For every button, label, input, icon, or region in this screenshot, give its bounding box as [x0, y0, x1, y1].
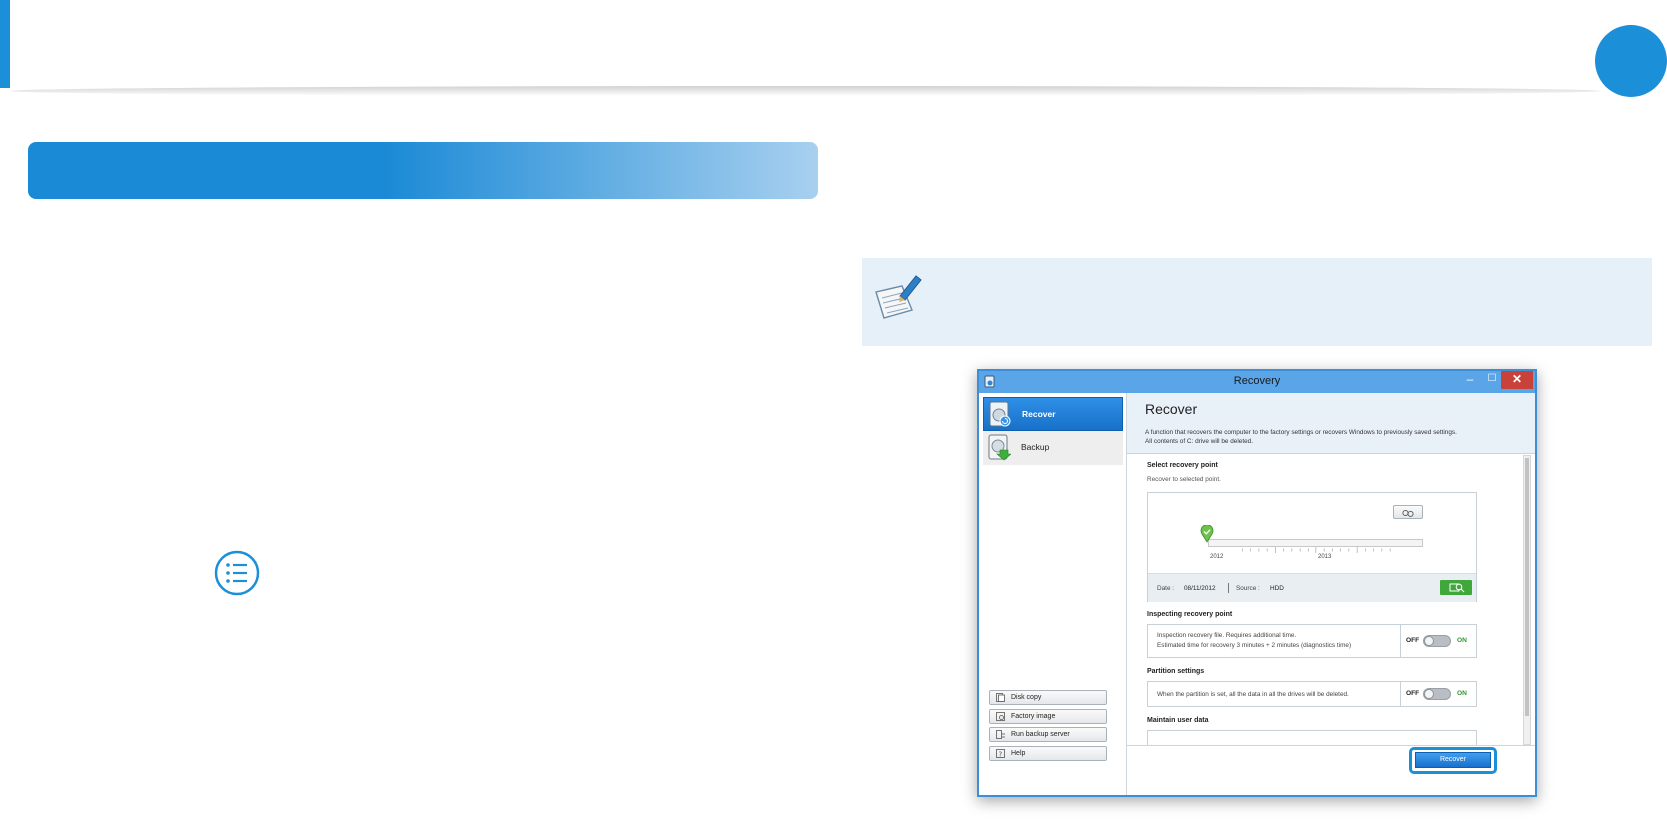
header-accent-bar: [0, 0, 10, 88]
description-line: A function that recovers the computer to…: [1145, 429, 1457, 436]
sidebar-item-backup[interactable]: Backup: [983, 431, 1123, 465]
partition-toggle[interactable]: [1423, 688, 1451, 700]
maintain-title: Maintain user data: [1147, 717, 1209, 724]
date-label: Date :: [1157, 585, 1175, 592]
toggle-off-label: OFF: [1406, 637, 1420, 644]
source-label: Source :: [1236, 585, 1260, 592]
window-title: Recovery: [1233, 375, 1281, 387]
help-button[interactable]: ? Help: [989, 746, 1107, 761]
scrollbar[interactable]: [1523, 455, 1531, 745]
sidebar-item-label: Recover: [1022, 409, 1056, 419]
header-divider: [10, 86, 1600, 96]
timeline-settings-icon: [1402, 510, 1414, 517]
timeline-ticks: [1242, 547, 1391, 553]
minimize-button[interactable]: –: [1459, 371, 1481, 389]
button-label: Factory image: [1011, 713, 1056, 720]
toggle-off-label: OFF: [1406, 690, 1420, 697]
recovery-window: Recovery – ☐ ✕ Recover Backup Disk copy …: [977, 369, 1537, 797]
svg-text:?: ?: [999, 751, 1003, 759]
partition-title: Partition settings: [1147, 668, 1205, 675]
recovery-point-subtitle: Recover to selected point.: [1147, 476, 1221, 483]
scrollbar-thumb[interactable]: [1525, 458, 1529, 716]
recovery-timeline-panel: 2012 2013 Date : 08/11/2012 Source : HDD: [1147, 492, 1477, 602]
content-description: A function that recovers the computer to…: [1145, 428, 1525, 446]
note-box: [862, 258, 1652, 346]
toggle-knob: [1424, 636, 1434, 646]
inspecting-toggle-cell: OFF ON: [1400, 625, 1477, 657]
partition-panel: When the partition is set, all the data …: [1147, 681, 1477, 707]
list-menu-icon[interactable]: [214, 550, 260, 596]
button-label: Help: [1011, 750, 1026, 757]
recovery-point-info: Date : 08/11/2012 Source : HDD: [1148, 573, 1476, 602]
inspecting-title: Inspecting recovery point: [1147, 611, 1233, 618]
recovery-point-marker-icon[interactable]: [1200, 525, 1214, 543]
inspecting-panel: Inspection recovery file. Requires addit…: [1147, 624, 1477, 658]
page-number-badge: [1595, 25, 1667, 97]
toggle-knob: [1424, 689, 1434, 699]
recover-button[interactable]: Recover: [1415, 752, 1491, 768]
description-line: All contents of C: drive will be deleted…: [1145, 438, 1253, 445]
inspecting-line: Inspection recovery file. Requires addit…: [1157, 632, 1297, 639]
sidebar-item-recover[interactable]: Recover: [983, 397, 1123, 431]
timeline-label: 2012: [1210, 554, 1224, 560]
partition-toggle-cell: OFF ON: [1400, 682, 1477, 706]
factory-image-icon: [996, 712, 1005, 721]
bottom-action-bar: Recover: [1127, 745, 1535, 795]
close-button[interactable]: ✕: [1501, 371, 1533, 389]
sidebar-item-label: Backup: [1021, 442, 1050, 452]
search-icon: [1449, 583, 1465, 593]
run-backup-server-button[interactable]: Run backup server: [989, 727, 1107, 742]
section-banner: [28, 142, 818, 199]
factory-image-button[interactable]: Factory image: [989, 709, 1107, 724]
partition-text: When the partition is set, all the data …: [1157, 691, 1349, 698]
backup-disk-icon: [988, 434, 1011, 461]
backup-server-icon: [996, 730, 1005, 739]
maximize-button[interactable]: ☐: [1481, 371, 1503, 389]
disk-copy-icon: [996, 693, 1005, 702]
help-icon: ?: [996, 749, 1005, 758]
date-value: 08/11/2012: [1184, 585, 1216, 592]
info-separator: [1228, 583, 1229, 593]
recover-disk-icon: [989, 401, 1011, 427]
timeline-track[interactable]: [1208, 539, 1423, 553]
content-pane: Recover A function that recovers the com…: [1127, 393, 1535, 795]
source-value: HDD: [1270, 585, 1284, 592]
recovery-point-title: Select recovery point: [1147, 462, 1218, 469]
button-label: Run backup server: [1011, 731, 1070, 738]
disk-copy-button[interactable]: Disk copy: [989, 690, 1107, 705]
toggle-on-label: ON: [1457, 637, 1467, 644]
content-header: Recover A function that recovers the com…: [1127, 393, 1535, 454]
inspect-recovery-point-button[interactable]: [1440, 580, 1472, 595]
timeline-label: 2013: [1318, 554, 1332, 560]
inspecting-toggle[interactable]: [1423, 635, 1451, 647]
window-titlebar[interactable]: Recovery – ☐ ✕: [979, 371, 1535, 393]
inspecting-text: Inspection recovery file. Requires addit…: [1157, 631, 1351, 651]
button-label: Disk copy: [1011, 694, 1042, 701]
timeline-view-button[interactable]: [1393, 505, 1423, 519]
sidebar: Recover Backup Disk copy Factory image R…: [979, 393, 1127, 795]
content-title: Recover: [1145, 401, 1198, 417]
toggle-on-label: ON: [1457, 690, 1467, 697]
inspecting-line: Estimated time for recovery 3 minutes + …: [1157, 642, 1352, 649]
note-pencil-icon: [875, 275, 922, 319]
